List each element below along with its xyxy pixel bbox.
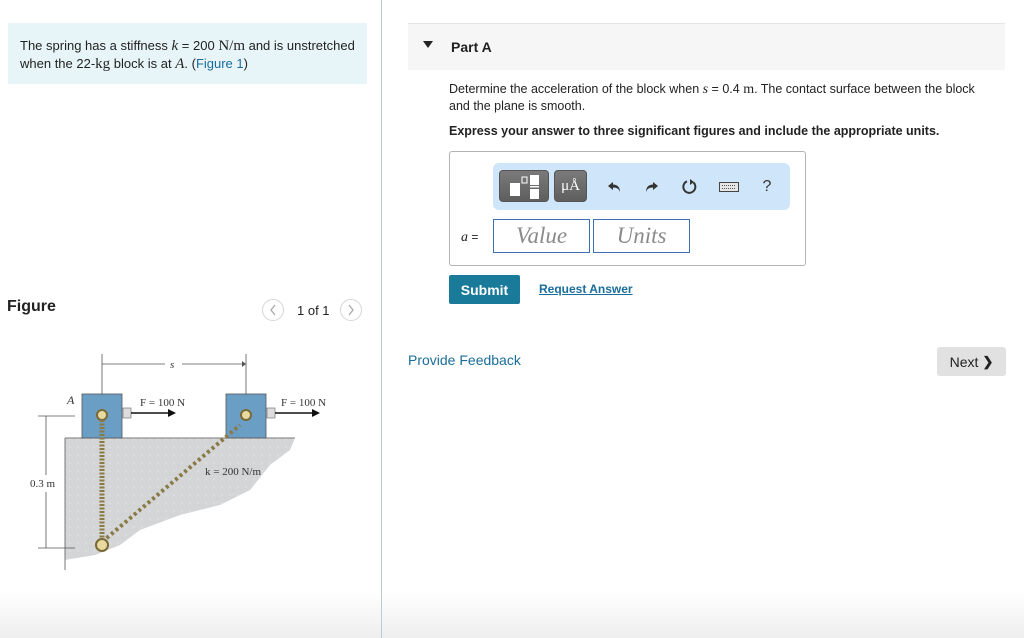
- intro-text: block is at: [110, 56, 176, 71]
- chevron-right-icon: [348, 304, 354, 316]
- intro-text: ): [243, 56, 248, 71]
- figure-diagram: s A F = 100 N F = 100 N k = 200 N/m 0.3 …: [30, 354, 326, 570]
- redo-icon: [646, 182, 658, 192]
- variable-label: a =: [461, 230, 478, 246]
- undo-button[interactable]: [605, 177, 625, 197]
- templates-icon: [510, 175, 539, 199]
- figure-pager: 1 of 1: [262, 299, 362, 321]
- spring-pin: [96, 409, 108, 421]
- provide-feedback-link[interactable]: Provide Feedback: [408, 352, 521, 368]
- help-button[interactable]: ?: [757, 177, 777, 197]
- answer-box: μÅ ? a = Value Units: [449, 151, 806, 266]
- hook: [266, 407, 276, 419]
- force-label-left: F = 100 N: [140, 397, 185, 409]
- request-answer-link[interactable]: Request Answer: [539, 282, 633, 296]
- figure-count: 1 of 1: [297, 302, 330, 318]
- spring-anchor: [95, 538, 109, 552]
- intro-text: The spring has a stiffness: [20, 38, 172, 53]
- chevron-right-icon: ❯: [982, 353, 994, 369]
- problem-statement: The spring has a stiffness k = 200 N/m a…: [8, 23, 367, 84]
- variable-symbol: a: [461, 230, 468, 245]
- value-input[interactable]: Value: [493, 219, 590, 253]
- next-figure-button[interactable]: [339, 299, 362, 321]
- question-text: Determine the acceleration of the block …: [449, 81, 989, 115]
- intro-text: . (: [184, 56, 196, 71]
- collapse-caret-icon[interactable]: [423, 41, 433, 48]
- keyboard-icon: [719, 182, 739, 192]
- stiffness-label: k = 200 N/m: [205, 466, 261, 478]
- page-bottom-fade: [0, 590, 1024, 638]
- pane-divider[interactable]: [381, 0, 382, 638]
- next-button[interactable]: Next ❯: [937, 347, 1006, 376]
- reset-icon: [682, 179, 697, 194]
- undo-icon: [608, 182, 620, 192]
- units-input[interactable]: Units: [593, 219, 690, 253]
- next-label: Next: [949, 353, 979, 370]
- prev-figure-button[interactable]: [262, 299, 284, 321]
- force-label-right: F = 100 N: [281, 397, 326, 409]
- question-units: m: [743, 82, 755, 97]
- s-label: s: [170, 359, 174, 371]
- point-label: A: [175, 56, 185, 72]
- point-a-label: A: [66, 393, 75, 407]
- question-value: = 0.4: [708, 82, 744, 96]
- part-a-header[interactable]: Part A: [408, 23, 1005, 70]
- mass-units: kg: [95, 56, 111, 72]
- chevron-left-icon: [270, 304, 276, 316]
- question-prefix: Determine the acceleration of the block …: [449, 82, 703, 96]
- equals-sign: =: [468, 230, 479, 244]
- force-arrowhead: [312, 409, 320, 417]
- math-toolbar: μÅ ?: [493, 163, 790, 210]
- figure-title: Figure: [7, 298, 56, 315]
- dimension-arrowhead: [242, 361, 246, 367]
- figure-link[interactable]: Figure 1: [196, 56, 244, 71]
- redo-button[interactable]: [641, 177, 661, 197]
- answer-instruction: Express your answer to three significant…: [449, 124, 940, 138]
- k-value: = 200: [178, 38, 219, 53]
- units-button[interactable]: μÅ: [554, 170, 587, 202]
- part-title: Part A: [451, 39, 492, 55]
- hook: [122, 407, 132, 419]
- submit-button[interactable]: Submit: [449, 275, 520, 304]
- templates-button[interactable]: [499, 170, 549, 202]
- k-units: N/m: [218, 38, 245, 54]
- spring-pin: [240, 409, 252, 421]
- force-arrowhead: [168, 409, 176, 417]
- height-label: 0.3 m: [30, 478, 56, 490]
- reset-button[interactable]: [680, 177, 700, 197]
- keyboard-button[interactable]: [717, 177, 741, 197]
